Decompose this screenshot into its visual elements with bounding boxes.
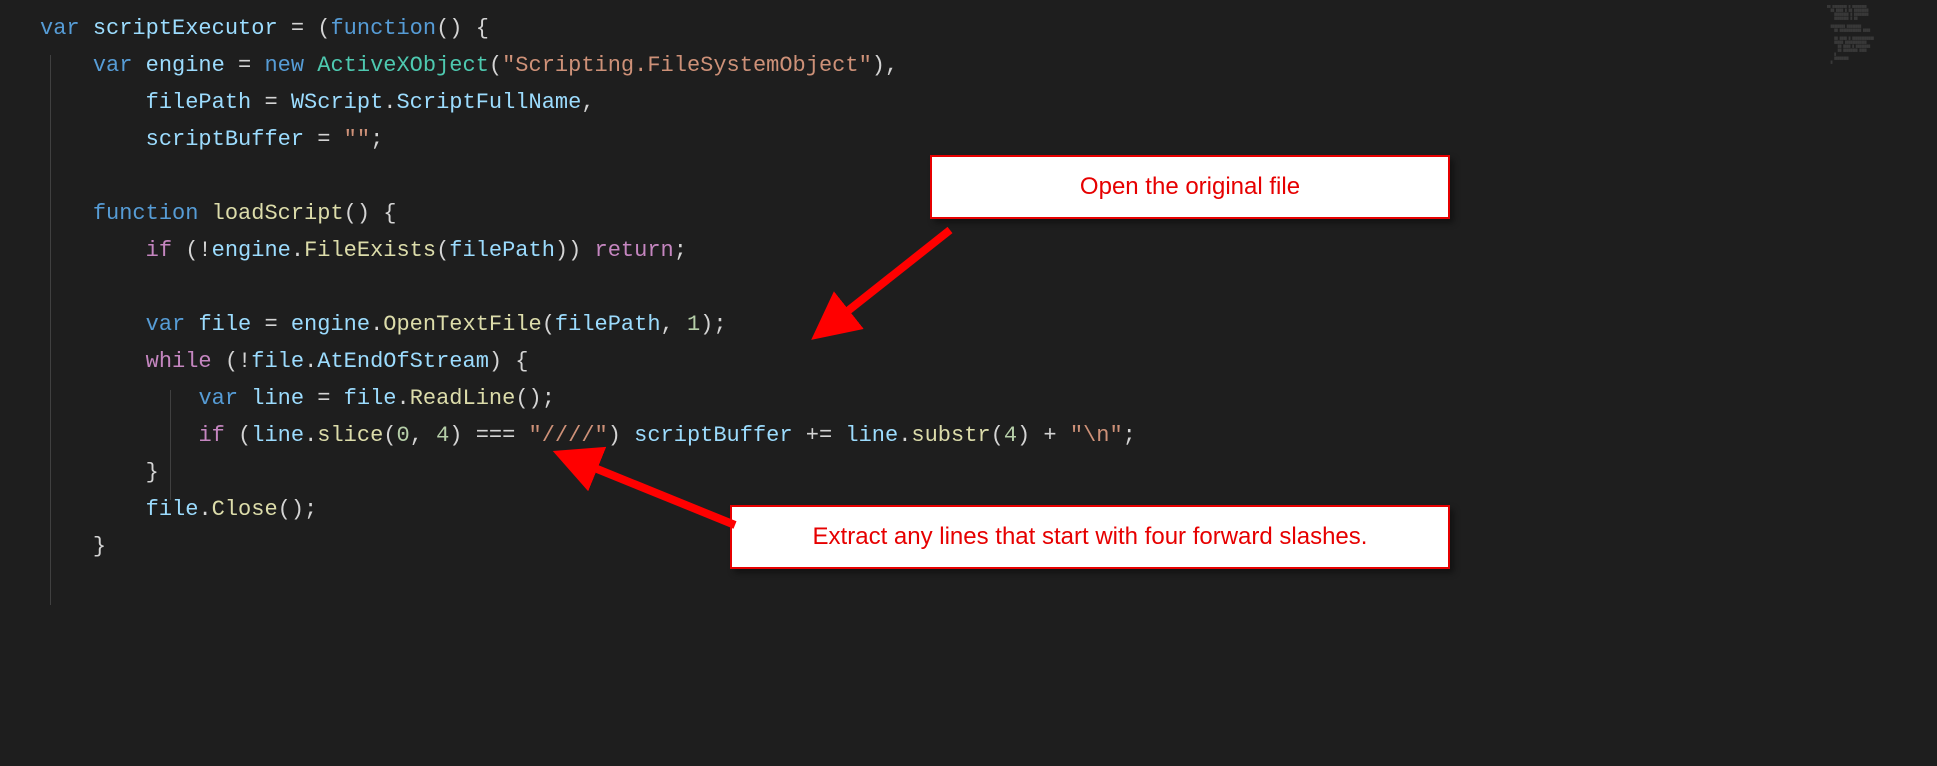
code-line: var file = engine.OpenTextFile(filePath,… <box>40 306 1937 343</box>
code-line: var engine = new ActiveXObject("Scriptin… <box>40 47 1937 84</box>
code-line: var line = file.ReadLine(); <box>40 380 1937 417</box>
code-editor-content[interactable]: var scriptExecutor = (function() { var e… <box>0 0 1937 565</box>
code-line: } <box>40 454 1937 491</box>
code-line: filePath = WScript.ScriptFullName, <box>40 84 1937 121</box>
code-line <box>40 269 1937 306</box>
callout-text: Open the original file <box>1080 173 1300 200</box>
code-line: while (!file.AtEndOfStream) { <box>40 343 1937 380</box>
annotation-callout-2: Extract any lines that start with four f… <box>730 505 1450 569</box>
code-line: var scriptExecutor = (function() { <box>40 10 1937 47</box>
code-line: scriptBuffer = ""; <box>40 121 1937 158</box>
code-line: if (!engine.FileExists(filePath)) return… <box>40 232 1937 269</box>
minimap[interactable]: ██ ████████ █ ████████ ██ ████ █ ██ ████… <box>1827 5 1927 65</box>
annotation-callout-1: Open the original file <box>930 155 1450 219</box>
code-line: if (line.slice(0, 4) === "////") scriptB… <box>40 417 1937 454</box>
callout-text: Extract any lines that start with four f… <box>813 523 1368 550</box>
indent-guide <box>50 55 51 605</box>
indent-guide <box>170 390 171 500</box>
